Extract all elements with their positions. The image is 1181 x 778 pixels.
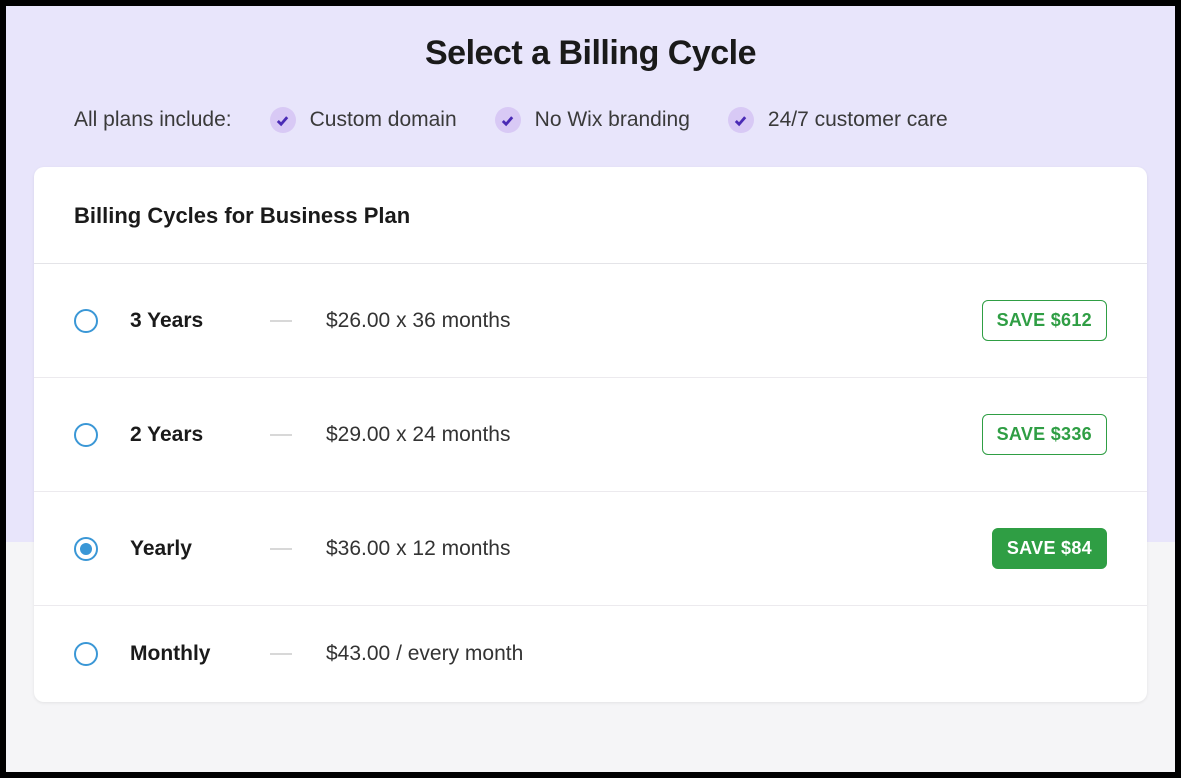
billing-card: Billing Cycles for Business Plan 3 Years… [34, 167, 1147, 702]
option-label: Monthly [130, 642, 270, 666]
feature-label: No Wix branding [535, 108, 690, 132]
dash-separator [270, 434, 292, 436]
radio-icon[interactable] [74, 423, 98, 447]
check-icon [495, 107, 521, 133]
save-badge: SAVE $84 [992, 528, 1107, 569]
radio-icon[interactable] [74, 309, 98, 333]
feature-custom-domain: Custom domain [270, 107, 457, 133]
check-icon [270, 107, 296, 133]
option-price: $36.00 x 12 months [326, 537, 992, 561]
plan-features-row: All plans include: Custom domain No Wix … [34, 107, 1147, 133]
option-price: $26.00 x 36 months [326, 309, 982, 333]
option-3-years[interactable]: 3 Years $26.00 x 36 months SAVE $612 [34, 264, 1147, 378]
option-label: 3 Years [130, 309, 270, 333]
radio-icon[interactable] [74, 642, 98, 666]
feature-label: Custom domain [310, 108, 457, 132]
option-price: $29.00 x 24 months [326, 423, 982, 447]
option-label: Yearly [130, 537, 270, 561]
option-yearly[interactable]: Yearly $36.00 x 12 months SAVE $84 [34, 492, 1147, 606]
feature-customer-care: 24/7 customer care [728, 107, 948, 133]
features-label: All plans include: [74, 108, 232, 132]
dash-separator [270, 653, 292, 655]
billing-cycle-page: Select a Billing Cycle All plans include… [6, 6, 1175, 772]
feature-no-branding: No Wix branding [495, 107, 690, 133]
dash-separator [270, 320, 292, 322]
option-price: $43.00 / every month [326, 642, 1107, 666]
radio-icon[interactable] [74, 537, 98, 561]
option-monthly[interactable]: Monthly $43.00 / every month [34, 606, 1147, 702]
card-title: Billing Cycles for Business Plan [34, 167, 1147, 264]
feature-label: 24/7 customer care [768, 108, 948, 132]
option-label: 2 Years [130, 423, 270, 447]
option-2-years[interactable]: 2 Years $29.00 x 24 months SAVE $336 [34, 378, 1147, 492]
dash-separator [270, 548, 292, 550]
page-title: Select a Billing Cycle [34, 34, 1147, 73]
check-icon [728, 107, 754, 133]
save-badge: SAVE $336 [982, 414, 1107, 455]
save-badge: SAVE $612 [982, 300, 1107, 341]
